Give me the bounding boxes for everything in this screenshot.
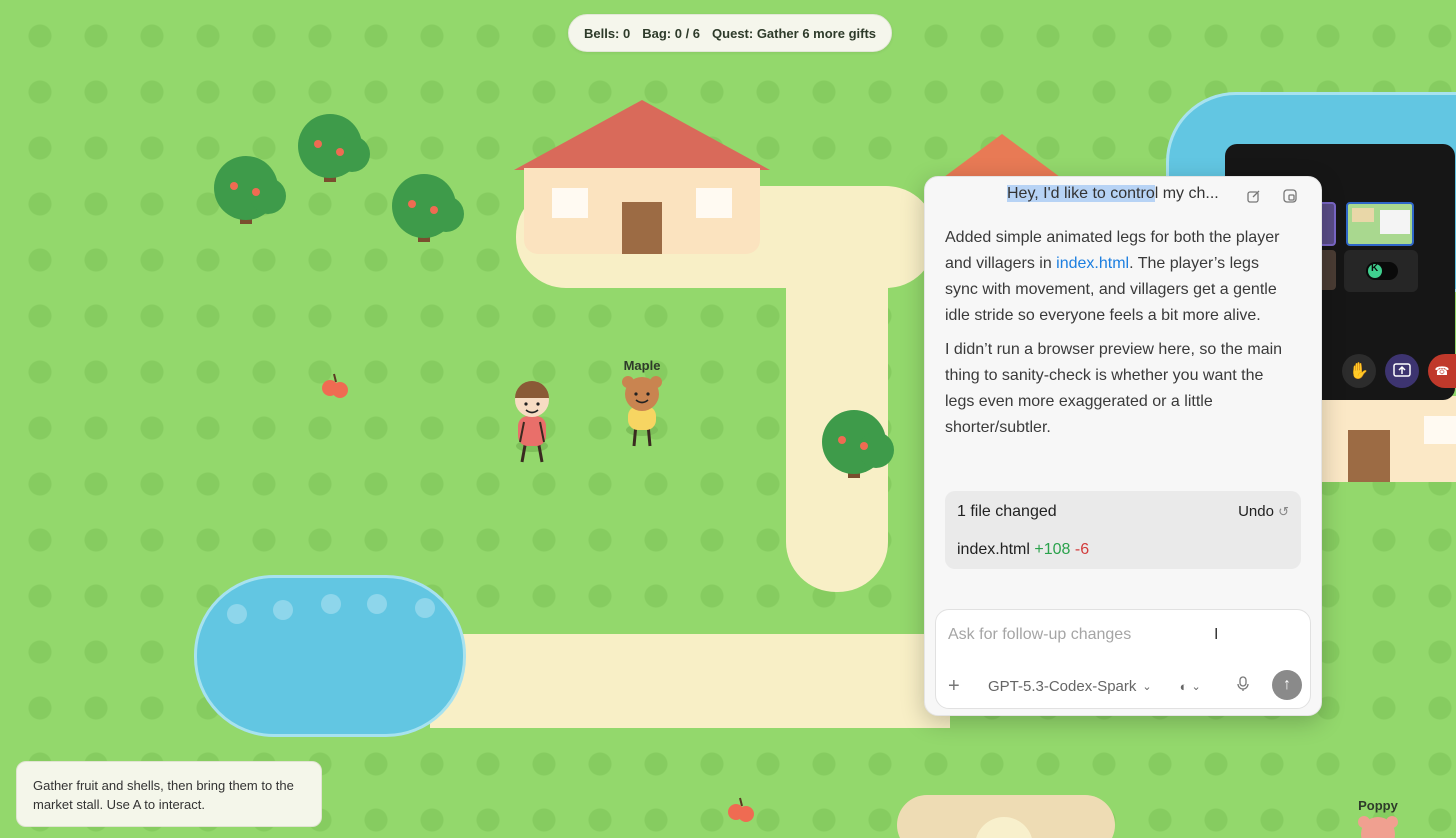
quest-status: Quest: Gather 6 more gifts <box>712 25 877 41</box>
house <box>524 168 760 254</box>
deletions-count: -6 <box>1074 541 1090 558</box>
player-character <box>515 381 549 463</box>
participant-thumbnail[interactable] <box>1346 202 1414 246</box>
participant-tile[interactable]: K <box>1344 250 1418 292</box>
chevron-down-icon: ⌄ <box>1142 680 1152 693</box>
status-hud: Bells: 0 Bag: 0 / 6 Quest: Gather 6 more… <box>568 14 892 52</box>
assistant-chat-panel: Hey, I'd like to control my ch... Added … <box>924 176 1322 716</box>
file-link[interactable]: index.html <box>1056 255 1129 272</box>
gauge-icon: ◐ <box>1179 678 1188 694</box>
changes-summary: 1 file changed <box>957 503 1057 520</box>
file-changes-card: 1 file changed Undo ↺ index.html +108 -6 <box>945 491 1301 569</box>
house-door <box>622 202 662 254</box>
dirt-path <box>430 634 950 728</box>
pond <box>194 575 466 737</box>
share-screen-icon <box>1393 363 1411 377</box>
text-cursor-icon: I <box>1214 626 1219 643</box>
fruit-tree[interactable] <box>812 404 896 484</box>
message-paragraph: I didn’t run a browser preview here, so … <box>945 341 1283 436</box>
house-window <box>552 188 588 218</box>
model-selector[interactable]: GPT-5.3-Codex-Spark ⌄ <box>988 678 1152 695</box>
chat-title[interactable]: Hey, I'd like to control my ch... <box>1007 185 1247 207</box>
villager-maple[interactable] <box>620 374 664 448</box>
changed-file-row[interactable]: index.html +108 -6 <box>957 541 1089 559</box>
chevron-down-icon: ⌄ <box>1191 680 1201 693</box>
raise-hand-button[interactable]: ✋ <box>1342 354 1376 388</box>
additions-count: +108 <box>1034 541 1071 558</box>
chat-title-rest: l my ch... <box>1154 185 1219 202</box>
bells-counter: Bells: 0 <box>583 25 631 41</box>
undo-button[interactable]: Undo ↺ <box>1238 503 1289 520</box>
house-roof <box>514 100 770 170</box>
microphone-icon[interactable] <box>1237 676 1249 696</box>
chat-title-selection: Hey, I'd like to contro <box>1007 185 1155 202</box>
phone-icon: ☎ <box>1434 364 1450 378</box>
message-paragraph: Added simple animated legs for both the … <box>945 229 1280 324</box>
fruit-pickup[interactable] <box>320 372 350 400</box>
fruit-tree[interactable] <box>204 150 288 230</box>
share-screen-button[interactable] <box>1385 354 1419 388</box>
edit-icon[interactable] <box>1245 187 1263 205</box>
add-attachment-icon[interactable]: + <box>948 675 974 698</box>
fruit-pickup[interactable] <box>726 796 756 824</box>
fruit-tree[interactable] <box>288 108 372 188</box>
undo-icon: ↺ <box>1278 504 1289 519</box>
house-window <box>1424 416 1456 444</box>
villager-name-label: Poppy <box>1358 798 1398 813</box>
market-stall <box>897 795 1115 838</box>
follow-up-input[interactable] <box>948 624 1288 646</box>
composer: I + GPT-5.3-Codex-Spark ⌄ ◐ ⌄ ↑ <box>935 609 1311 709</box>
villager-name-label: Maple <box>623 358 661 373</box>
arrow-up-icon: ↑ <box>1283 676 1291 693</box>
hand-icon: ✋ <box>1349 363 1369 380</box>
house-window <box>696 188 732 218</box>
assistant-message: Added simple animated legs for both the … <box>945 225 1295 449</box>
house-door <box>1348 430 1390 482</box>
house <box>1318 396 1456 482</box>
instruction-tooltip: Gather fruit and shells, then bring them… <box>16 761 322 827</box>
bag-counter: Bag: 0 / 6 <box>642 25 701 41</box>
avatar-initial: K <box>1371 263 1379 274</box>
reasoning-selector[interactable]: ◐ ⌄ <box>1180 679 1201 694</box>
fruit-tree[interactable] <box>382 168 466 248</box>
end-call-button[interactable]: ☎ <box>1428 354 1456 388</box>
villager-poppy[interactable] <box>1356 814 1400 838</box>
send-button[interactable]: ↑ <box>1272 670 1302 700</box>
pop-out-icon[interactable] <box>1281 187 1299 205</box>
